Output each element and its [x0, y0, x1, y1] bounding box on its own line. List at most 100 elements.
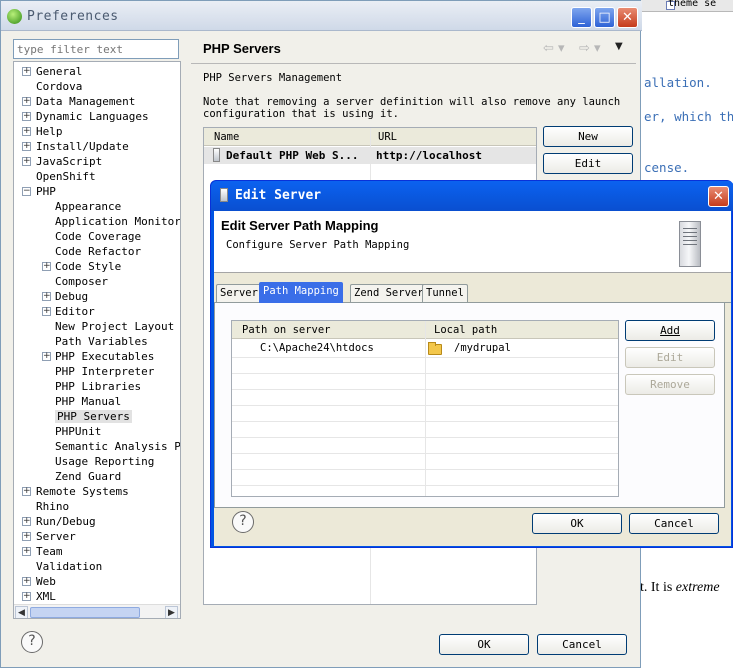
tree-item[interactable]: Appearance	[55, 199, 121, 214]
tree-item[interactable]: + XML	[22, 589, 56, 604]
tree-item-label: PHP Libraries	[55, 380, 142, 393]
tree-item[interactable]: + Web	[22, 574, 56, 589]
column-header-server-path[interactable]: Path on server	[242, 324, 331, 336]
scroll-right-icon[interactable]: ▶	[165, 606, 178, 618]
tree-item[interactable]: Validation	[36, 559, 102, 574]
tree-item[interactable]: + General	[22, 64, 82, 79]
expand-icon[interactable]: +	[42, 262, 51, 271]
expand-icon[interactable]: +	[42, 292, 51, 301]
expand-icon[interactable]: +	[22, 112, 31, 121]
remove-button[interactable]: Remove	[625, 374, 715, 395]
add-button[interactable]: Add	[625, 320, 715, 341]
tree-item[interactable]: PHP Interpreter	[55, 364, 154, 379]
view-menu-icon[interactable]: ▼	[615, 41, 623, 52]
edit-button[interactable]: Edit	[543, 153, 633, 174]
tree-item[interactable]: Semantic Analysis Pro	[55, 439, 180, 454]
tab-panel: Path on server Local path C:\Apache24\ht…	[214, 303, 725, 508]
maximize-button[interactable]: □	[594, 7, 615, 28]
dialog-cancel-button[interactable]: Cancel	[629, 513, 719, 534]
tree-item[interactable]: + Editor	[42, 304, 95, 319]
tree-item[interactable]: Rhino	[36, 499, 69, 514]
collapse-icon[interactable]: −	[22, 187, 31, 196]
expand-icon[interactable]: +	[22, 67, 31, 76]
expand-icon[interactable]: +	[22, 547, 31, 556]
help-icon[interactable]: ?	[21, 631, 43, 653]
tree-item[interactable]: Composer	[55, 274, 108, 289]
cancel-button[interactable]: Cancel	[537, 634, 627, 655]
tree-item[interactable]: PHP Manual	[55, 394, 121, 409]
tab-zend-server[interactable]: Zend Server	[350, 284, 428, 302]
tree-item[interactable]: PHP Servers	[55, 409, 132, 424]
edit-server-title-bar[interactable]: Edit Server	[211, 181, 733, 211]
server-tower-icon	[679, 221, 701, 267]
row-divider	[232, 453, 618, 454]
tree-item[interactable]: + Install/Update	[22, 139, 129, 154]
scroll-left-icon[interactable]: ◀	[15, 606, 28, 618]
new-button[interactable]: New	[543, 126, 633, 147]
editor-tab-bar[interactable]: theme se	[640, 0, 733, 12]
expand-icon[interactable]: +	[22, 487, 31, 496]
table-row[interactable]: Default PHP Web S... http://localhost	[204, 147, 536, 164]
column-header-url[interactable]: URL	[378, 131, 397, 143]
tree-item-label: Appearance	[55, 200, 122, 213]
dialog-close-button[interactable]: ✕	[708, 186, 729, 207]
column-header-name[interactable]: Name	[214, 131, 239, 143]
preferences-tree[interactable]: + General Cordova + Data Management + Dynamic …	[13, 61, 181, 619]
tree-item[interactable]: PHPUnit	[55, 424, 101, 439]
tree-item[interactable]: + Code Style	[42, 259, 121, 274]
tree-item[interactable]: + Team	[22, 544, 63, 559]
ok-button[interactable]: OK	[439, 634, 529, 655]
tree-item[interactable]: + PHP Executables	[42, 349, 154, 364]
tree-item[interactable]: PHP Libraries	[55, 379, 141, 394]
tree-item[interactable]: Zend Guard	[55, 469, 121, 484]
scroll-thumb[interactable]	[30, 607, 140, 618]
tree-item[interactable]: + Data Management	[22, 94, 135, 109]
tab-server[interactable]: Server	[216, 284, 262, 302]
expand-icon[interactable]: +	[22, 517, 31, 526]
tree-item[interactable]: Code Coverage	[55, 229, 141, 244]
tree-item[interactable]: − PHP	[22, 184, 56, 199]
tree-item[interactable]: Application Monitorin	[55, 214, 180, 229]
preferences-title-bar[interactable]: Preferences _ □ ✕	[1, 1, 642, 31]
tree-item[interactable]: + Run/Debug	[22, 514, 96, 529]
expand-icon[interactable]: +	[22, 97, 31, 106]
minimize-button[interactable]: _	[571, 7, 592, 28]
path-mapping-table[interactable]: Path on server Local path C:\Apache24\ht…	[231, 320, 619, 497]
tree-item[interactable]: + Remote Systems	[22, 484, 129, 499]
tree-item[interactable]: + Server	[22, 529, 76, 544]
expand-icon[interactable]: +	[22, 577, 31, 586]
expand-icon[interactable]: +	[22, 127, 31, 136]
tree-item[interactable]: + Debug	[42, 289, 88, 304]
expand-icon[interactable]: +	[22, 157, 31, 166]
tree-item[interactable]: + Help	[22, 124, 63, 139]
tree-item[interactable]: Path Variables	[55, 334, 148, 349]
filter-input[interactable]	[13, 39, 179, 59]
tree-item[interactable]: New Project Layout	[55, 319, 174, 334]
tree-item-label: Path Variables	[55, 335, 148, 348]
expand-icon[interactable]: +	[42, 352, 51, 361]
close-button[interactable]: ✕	[617, 7, 638, 28]
tree-horizontal-scrollbar[interactable]: ◀ ▶	[14, 604, 180, 618]
tab-tunnel[interactable]: Tunnel	[422, 284, 468, 302]
management-label: PHP Servers Management	[203, 72, 343, 84]
expand-icon[interactable]: +	[22, 142, 31, 151]
table-row[interactable]: C:\Apache24\htdocs /mydrupal	[232, 340, 618, 356]
tab-path-mapping[interactable]: Path Mapping	[259, 282, 343, 303]
expand-icon[interactable]: +	[22, 532, 31, 541]
tree-item[interactable]: Usage Reporting	[55, 454, 154, 469]
tree-item[interactable]: OpenShift	[36, 169, 96, 184]
tree-item[interactable]: Code Refactor	[55, 244, 141, 259]
dialog-ok-button[interactable]: OK	[532, 513, 622, 534]
expand-icon[interactable]: +	[42, 307, 51, 316]
forward-arrow-icon[interactable]: ⇨ ▾	[579, 41, 601, 56]
editor-tab-label[interactable]: theme se	[668, 0, 716, 9]
tree-item[interactable]: Cordova	[36, 79, 82, 94]
tree-item[interactable]: + Dynamic Languages	[22, 109, 149, 124]
back-arrow-icon[interactable]: ⇦ ▾	[543, 41, 565, 56]
tree-item[interactable]: + JavaScript	[22, 154, 102, 169]
help-icon[interactable]: ?	[232, 511, 254, 533]
column-header-local-path[interactable]: Local path	[434, 324, 497, 336]
tree-item-label: XML	[36, 590, 56, 603]
expand-icon[interactable]: +	[22, 592, 31, 601]
edit-mapping-button[interactable]: Edit	[625, 347, 715, 368]
